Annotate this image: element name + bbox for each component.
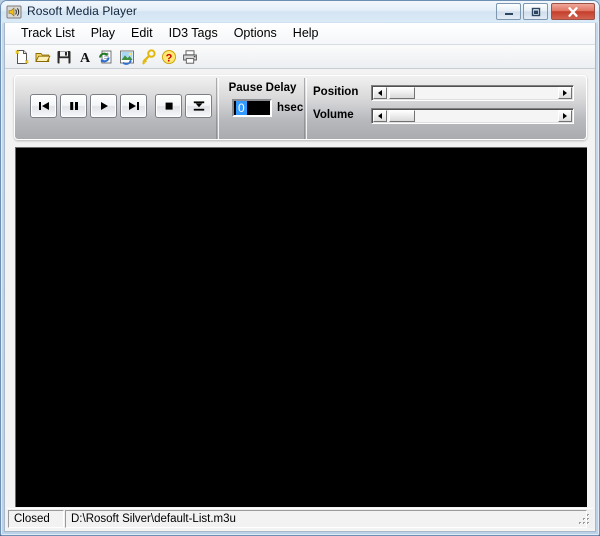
volume-slider-thumb[interactable] — [389, 110, 415, 122]
pause-delay-unit: hsec — [277, 102, 304, 114]
position-slider-thumb[interactable] — [389, 87, 415, 99]
play-button[interactable] — [90, 94, 117, 118]
volume-slider-left-arrow[interactable] — [373, 110, 387, 122]
position-slider-right-arrow[interactable] — [558, 87, 572, 99]
maximize-button[interactable] — [523, 3, 548, 20]
image-capture-icon[interactable] — [117, 47, 137, 67]
menu-options[interactable]: Options — [226, 24, 285, 43]
client-area: Track List Play Edit ID3 Tags Options He… — [4, 23, 596, 532]
pause-button[interactable] — [60, 94, 87, 118]
font-letter-icon[interactable]: A — [75, 47, 95, 67]
position-slider-left-arrow[interactable] — [373, 87, 387, 99]
transport-controls-group — [19, 78, 217, 139]
volume-slider[interactable] — [371, 108, 574, 124]
close-button[interactable] — [551, 3, 595, 20]
pause-delay-label: Pause Delay — [228, 82, 297, 94]
position-slider[interactable] — [371, 85, 574, 101]
status-file-path-pane: D:\Rosoft Silver\default-List.m3u — [65, 510, 587, 528]
help-question-icon[interactable]: ? — [159, 47, 179, 67]
menu-edit[interactable]: Edit — [123, 24, 161, 43]
save-disk-icon[interactable] — [54, 47, 74, 67]
speaker-icon — [6, 4, 22, 20]
stop-button[interactable] — [155, 94, 182, 118]
resize-grip[interactable] — [577, 512, 591, 526]
svg-text:A: A — [80, 51, 91, 65]
position-label: Position — [313, 86, 359, 98]
tool-bar: A ? — [5, 45, 595, 69]
controls-panel: Pause Delay 0 hsec Position Volume — [14, 75, 587, 140]
eject-button[interactable] — [185, 94, 212, 118]
volume-label: Volume — [313, 109, 354, 121]
title-bar[interactable]: Rosoft Media Player — [1, 1, 599, 22]
next-track-button[interactable] — [120, 94, 147, 118]
pause-delay-group: Pause Delay 0 hsec — [218, 78, 305, 139]
open-folder-icon[interactable] — [33, 47, 53, 67]
menu-play[interactable]: Play — [83, 24, 123, 43]
pause-delay-value: 0 — [236, 101, 247, 115]
application-window: Rosoft Media Player Track List Play Edit… — [0, 0, 600, 536]
volume-slider-right-arrow[interactable] — [558, 110, 572, 122]
window-title: Rosoft Media Player — [27, 4, 137, 18]
status-state-pane: Closed — [8, 510, 64, 528]
video-display[interactable] — [15, 147, 587, 507]
previous-track-button[interactable] — [30, 94, 57, 118]
pause-delay-input[interactable]: 0 — [232, 99, 272, 117]
svg-text:?: ? — [166, 52, 173, 64]
printer-icon[interactable] — [180, 47, 200, 67]
new-file-icon[interactable] — [12, 47, 32, 67]
status-bar: Closed D:\Rosoft Silver\default-List.m3u — [7, 508, 593, 528]
menu-bar: Track List Play Edit ID3 Tags Options He… — [5, 23, 595, 45]
key-icon[interactable] — [138, 47, 158, 67]
sliders-group: Position Volume — [306, 78, 584, 139]
menu-track-list[interactable]: Track List — [13, 24, 83, 43]
minimize-button[interactable] — [496, 3, 521, 20]
menu-help[interactable]: Help — [285, 24, 327, 43]
menu-id3-tags[interactable]: ID3 Tags — [161, 24, 226, 43]
refresh-page-icon[interactable] — [96, 47, 116, 67]
